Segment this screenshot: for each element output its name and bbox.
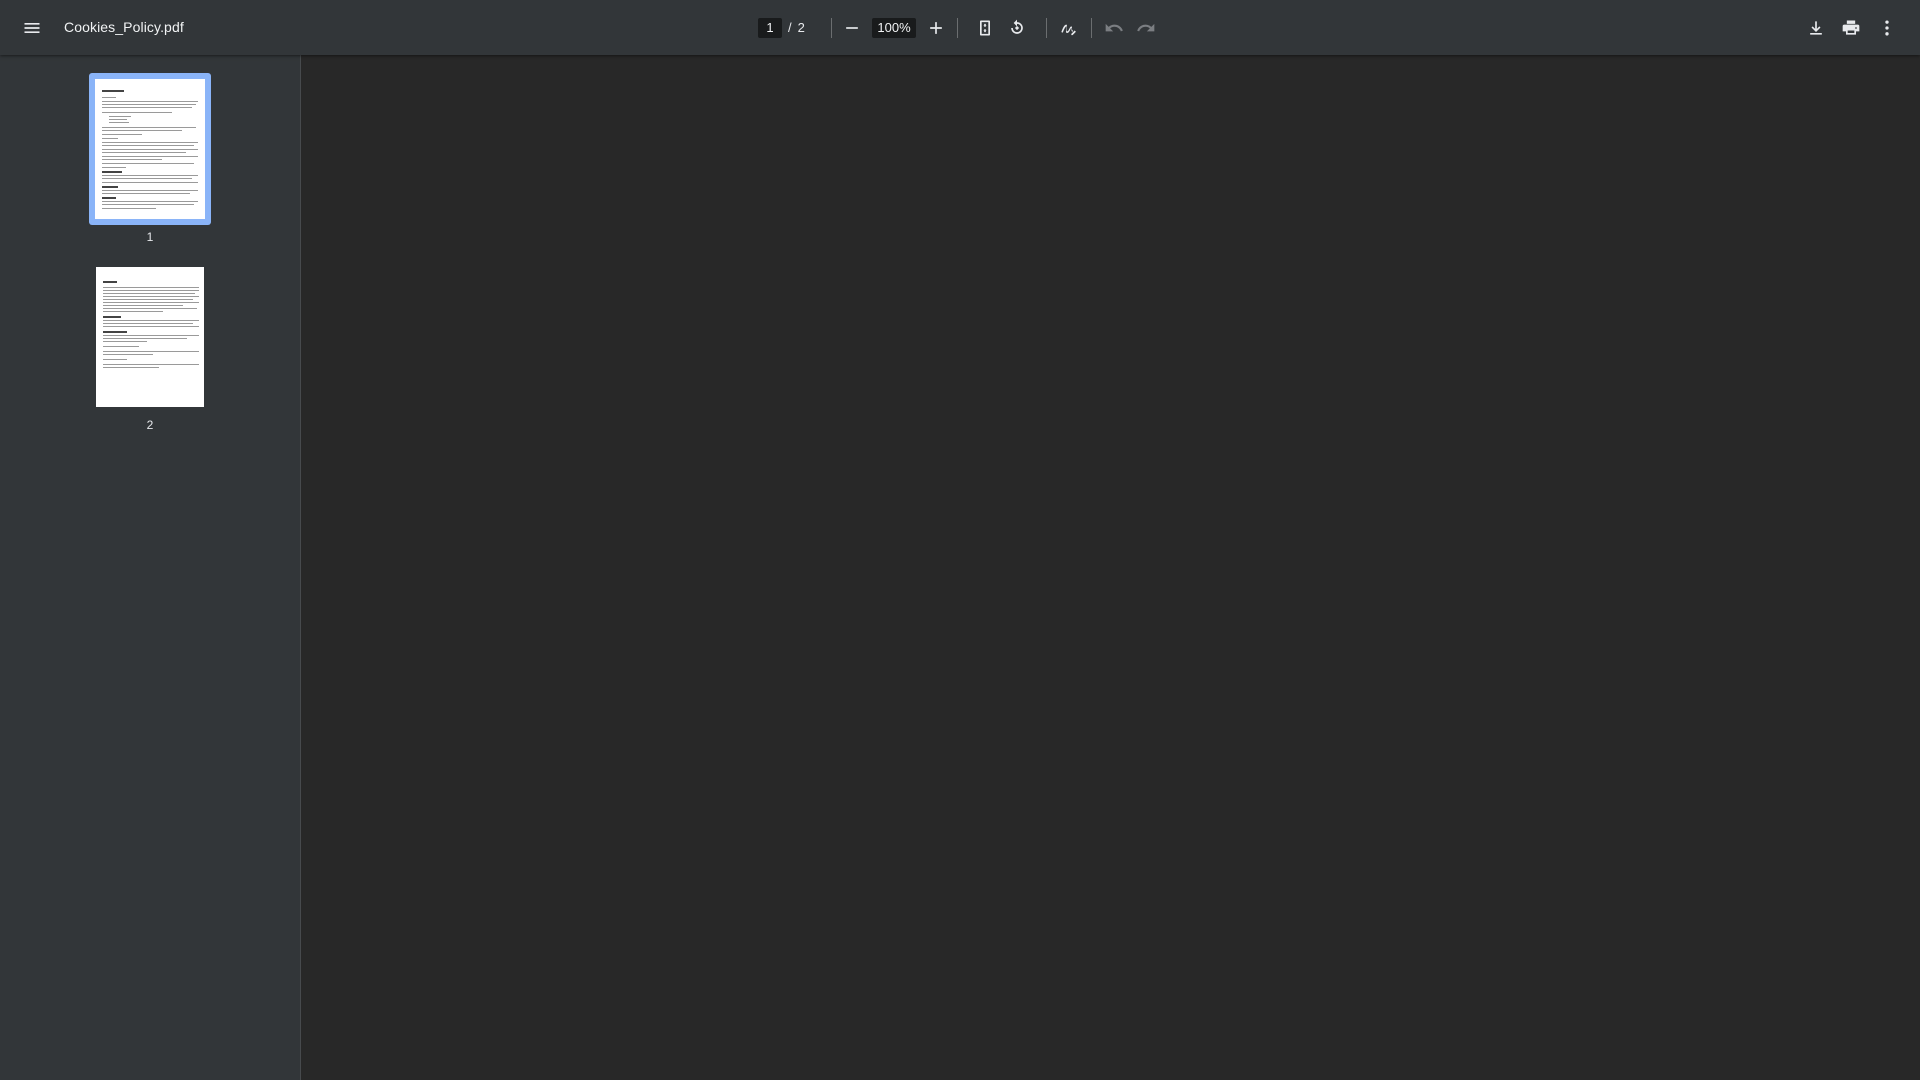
hamburger-menu-icon[interactable]	[14, 10, 50, 46]
annotate-button[interactable]	[1050, 10, 1086, 46]
page-separator: /	[788, 20, 792, 35]
plus-icon	[930, 21, 942, 34]
fit-page-icon	[980, 20, 990, 35]
redo-button[interactable]	[1128, 10, 1164, 46]
redo-icon	[1137, 23, 1155, 31]
thumbnail-2-label: 2	[146, 418, 154, 432]
zoom-in-button[interactable]	[918, 10, 954, 46]
total-pages: 2	[797, 20, 805, 35]
undo-button[interactable]	[1096, 10, 1132, 46]
thumbnail-sidebar: 1 2	[0, 55, 301, 1080]
current-page-input[interactable]: 1	[758, 17, 782, 38]
pdf-toolbar: Cookies_Policy.pdf 1 / 2 100%	[0, 0, 1920, 55]
more-vert-icon	[1885, 20, 1889, 35]
toolbar-divider	[1091, 18, 1092, 38]
zoom-out-button[interactable]	[834, 10, 870, 46]
print-button[interactable]	[1833, 10, 1869, 46]
download-button[interactable]	[1798, 10, 1834, 46]
document-viewer-area[interactable]	[301, 55, 1920, 1080]
thumbnail-page-1[interactable]: 1	[89, 73, 211, 244]
minus-icon	[846, 26, 858, 29]
print-icon	[1842, 20, 1860, 35]
toolbar-divider	[1046, 18, 1047, 38]
annotate-icon	[1061, 24, 1076, 35]
thumbnail-1-label: 1	[146, 230, 154, 244]
thumbnail-1-image	[95, 79, 205, 219]
fit-page-button[interactable]	[967, 10, 1003, 46]
download-icon	[1810, 20, 1822, 35]
rotate-button[interactable]	[999, 10, 1035, 46]
document-title: Cookies_Policy.pdf	[64, 19, 184, 35]
thumbnail-page-2[interactable]: 2	[89, 267, 211, 432]
thumbnail-2-image	[96, 267, 204, 407]
undo-icon	[1105, 23, 1123, 31]
toolbar-divider	[831, 18, 832, 38]
rotate-icon	[1011, 19, 1023, 34]
more-options-button[interactable]	[1869, 10, 1905, 46]
toolbar-divider	[957, 18, 958, 38]
zoom-input[interactable]: 100%	[872, 17, 916, 38]
